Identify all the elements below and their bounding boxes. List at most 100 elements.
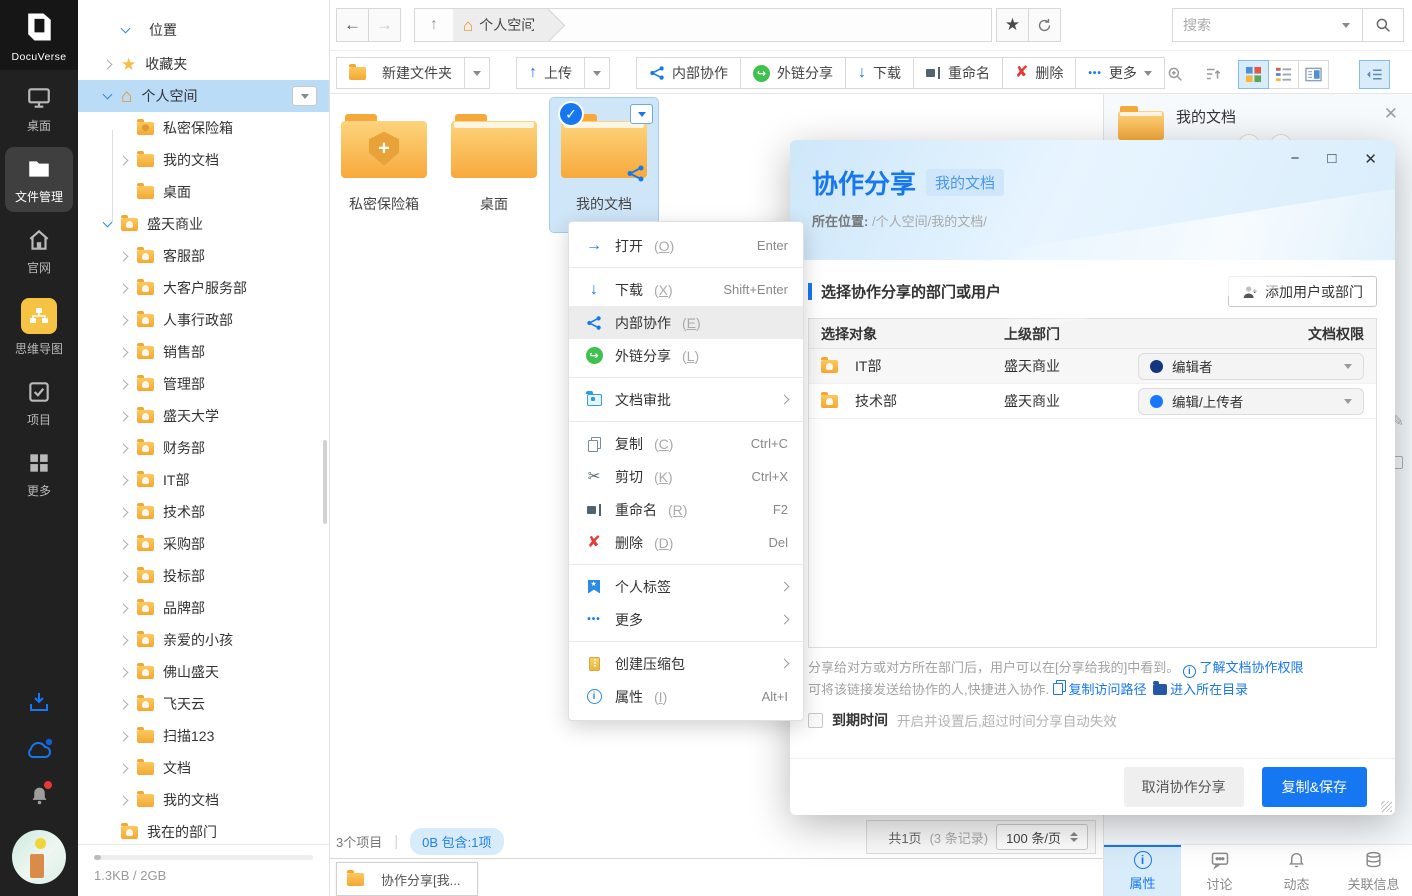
- search-button[interactable]: [1363, 16, 1403, 34]
- rail-item-4[interactable]: 项目: [5, 370, 73, 435]
- detail-panel-toggle[interactable]: [1359, 60, 1390, 89]
- file-tile-1[interactable]: 桌面: [440, 98, 548, 232]
- tree-section-location[interactable]: 位置: [78, 12, 329, 48]
- chevron-right-icon[interactable]: [119, 379, 129, 389]
- tree-item-17[interactable]: 品牌部: [78, 592, 329, 624]
- chevron-right-icon[interactable]: [119, 507, 129, 517]
- menu-item-3[interactable]: 内部协作(E): [569, 306, 803, 339]
- search-scope-caret-icon[interactable]: [1342, 23, 1350, 28]
- tree-item-24[interactable]: 我在的部门: [78, 816, 329, 844]
- page-size-select[interactable]: 100 条/页: [996, 824, 1088, 850]
- chevron-right-icon[interactable]: [103, 59, 113, 69]
- panel-tab-1[interactable]: 讨论: [1181, 845, 1258, 896]
- chevron-right-icon[interactable]: [119, 571, 129, 581]
- tree-item-0[interactable]: ★收藏夹: [78, 48, 329, 80]
- learn-permission-link[interactable]: i 了解文档协作权限: [1183, 660, 1304, 675]
- rail-item-5[interactable]: 更多: [5, 441, 73, 506]
- tree-item-2[interactable]: 私密保险箱: [78, 112, 329, 144]
- file-tile-0[interactable]: +私密保险箱: [330, 98, 438, 232]
- back-button[interactable]: ←: [336, 8, 369, 42]
- dialog-maximize-icon[interactable]: □: [1327, 150, 1336, 168]
- chevron-right-icon[interactable]: [119, 603, 129, 613]
- goto-directory-link[interactable]: 进入所在目录: [1150, 682, 1248, 697]
- tree-item-18[interactable]: 亲爱的小孩: [78, 624, 329, 656]
- menu-item-2[interactable]: ↓下载(X)Shift+Enter: [569, 273, 803, 306]
- chevron-down-icon[interactable]: [103, 90, 113, 100]
- zoom-icon[interactable]: [1162, 61, 1188, 87]
- rail-item-0[interactable]: 桌面: [5, 76, 73, 141]
- tree-item-12[interactable]: 财务部: [78, 432, 329, 464]
- menu-item-14[interactable]: •••更多: [569, 603, 803, 636]
- user-avatar[interactable]: [12, 830, 66, 884]
- tree-item-13[interactable]: IT部: [78, 464, 329, 496]
- panel-tab-3[interactable]: 关联信息: [1335, 845, 1412, 896]
- search-input[interactable]: 搜索: [1183, 15, 1342, 35]
- file-tile-2[interactable]: ✓我的文档: [550, 98, 658, 232]
- chevron-right-icon[interactable]: [119, 635, 129, 645]
- toolbar-2-button[interactable]: 内部协作: [636, 57, 741, 89]
- view-grid-button[interactable]: [1238, 60, 1269, 89]
- tree-item-11[interactable]: 盛天大学: [78, 400, 329, 432]
- panel-tab-2[interactable]: 动态: [1258, 845, 1335, 896]
- tree-item-15[interactable]: 采购部: [78, 528, 329, 560]
- menu-item-10[interactable]: 重命名(R)F2: [569, 493, 803, 526]
- menu-item-17[interactable]: i属性(I)Alt+I: [569, 680, 803, 713]
- panel-tab-0[interactable]: i属性: [1104, 845, 1181, 896]
- chevron-right-icon[interactable]: [119, 443, 129, 453]
- chevron-right-icon[interactable]: [119, 763, 129, 773]
- tree-item-4[interactable]: 桌面: [78, 176, 329, 208]
- up-button[interactable]: ↑: [415, 16, 453, 34]
- notifications-bell-icon[interactable]: [29, 784, 50, 810]
- toolbar-0-button[interactable]: 新建文件夹: [336, 57, 465, 89]
- chevron-right-icon[interactable]: [780, 615, 790, 625]
- permission-select[interactable]: 编辑者: [1138, 353, 1364, 380]
- tree-item-22[interactable]: 文档: [78, 752, 329, 784]
- tree-item-21[interactable]: 扫描123: [78, 720, 329, 752]
- tree-item-20[interactable]: 飞天云: [78, 688, 329, 720]
- cancel-share-button[interactable]: 取消协作分享: [1124, 767, 1244, 807]
- download-manager-icon[interactable]: [27, 690, 51, 717]
- forward-button[interactable]: →: [368, 8, 401, 42]
- spinner-icon[interactable]: [1070, 832, 1078, 842]
- breadcrumb[interactable]: ⌂ 个人空间: [453, 8, 547, 42]
- chevron-down-icon[interactable]: [103, 218, 113, 228]
- tree-item-1[interactable]: ⌂个人空间: [78, 80, 329, 112]
- menu-item-8[interactable]: 复制(C)Ctrl+C: [569, 427, 803, 460]
- tile-dropdown[interactable]: [630, 104, 653, 124]
- menu-item-6[interactable]: 文档审批: [569, 383, 803, 416]
- chevron-right-icon[interactable]: [119, 539, 129, 549]
- toolbar-7-button[interactable]: •••更多: [1075, 57, 1165, 89]
- toolbar-6-button[interactable]: ✘删除: [1002, 57, 1076, 89]
- rail-item-2[interactable]: 官网: [5, 218, 73, 283]
- dialog-close-icon[interactable]: ✕: [1364, 150, 1377, 168]
- tree-item-dropdown[interactable]: [292, 86, 317, 106]
- chevron-right-icon[interactable]: [780, 582, 790, 592]
- view-columns-button[interactable]: [1298, 60, 1329, 89]
- view-list-button[interactable]: [1268, 60, 1299, 89]
- tree-item-19[interactable]: 佛山盛天: [78, 656, 329, 688]
- menu-item-11[interactable]: ✘删除(D)Del: [569, 526, 803, 559]
- chevron-right-icon[interactable]: [119, 699, 129, 709]
- refresh-button[interactable]: [1028, 8, 1061, 42]
- copy-path-link[interactable]: 复制访问路径: [1053, 682, 1147, 697]
- menu-item-0[interactable]: →打开(O)Enter: [569, 229, 803, 262]
- chevron-right-icon[interactable]: [119, 155, 129, 165]
- dialog-minimize-icon[interactable]: −: [1291, 150, 1300, 168]
- rail-item-3[interactable]: 思维导图: [5, 289, 73, 364]
- toolbar-3-button[interactable]: ↪外链分享: [740, 57, 846, 89]
- toolbar-0-dropdown[interactable]: [464, 57, 490, 89]
- toolbar-1-dropdown[interactable]: [584, 57, 610, 89]
- toolbar-4-button[interactable]: ↓下载: [845, 57, 914, 89]
- chevron-right-icon[interactable]: [119, 667, 129, 677]
- cloud-sync-icon[interactable]: [23, 737, 55, 764]
- tree-item-16[interactable]: 投标部: [78, 560, 329, 592]
- tree-item-3[interactable]: 我的文档: [78, 144, 329, 176]
- chevron-right-icon[interactable]: [119, 475, 129, 485]
- rail-item-1[interactable]: 文件管理: [5, 147, 73, 212]
- expire-checkbox[interactable]: [808, 713, 823, 728]
- chevron-right-icon[interactable]: [119, 283, 129, 293]
- chevron-right-icon[interactable]: [119, 251, 129, 261]
- tree-item-9[interactable]: 销售部: [78, 336, 329, 368]
- chevron-right-icon[interactable]: [119, 795, 129, 805]
- chevron-right-icon[interactable]: [119, 731, 129, 741]
